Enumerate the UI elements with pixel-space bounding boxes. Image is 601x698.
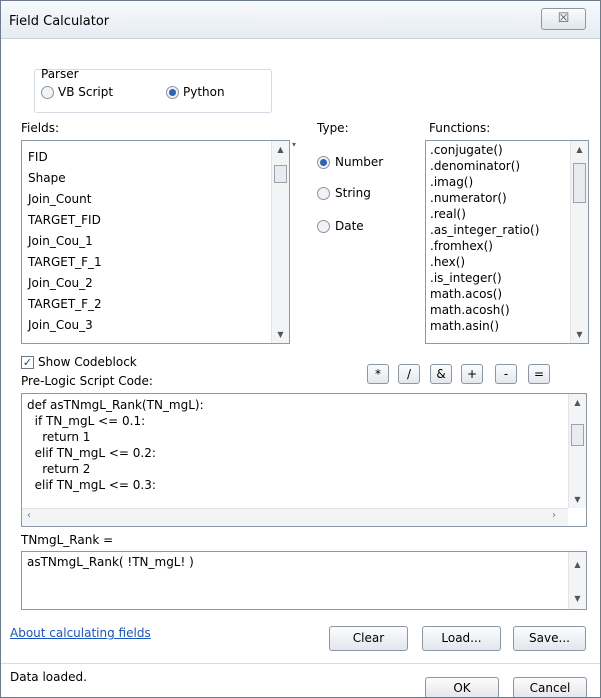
functions-list[interactable]: .conjugate() .denominator() .imag() .num… [425, 140, 589, 344]
list-item[interactable]: .as_integer_ratio() [430, 223, 539, 237]
title-bar: Field Calculator ☒ [1, 1, 600, 39]
list-item[interactable]: Shape [28, 171, 66, 185]
prelogic-label: Pre-Logic Script Code: [21, 374, 153, 388]
cancel-button[interactable]: Cancel [513, 677, 587, 697]
type-date-radio[interactable] [317, 220, 330, 233]
parser-python-radio[interactable] [166, 86, 179, 99]
scroll-down-arrow-icon[interactable]: ▼ [571, 330, 588, 339]
parser-vbscript-label: VB Script [58, 85, 114, 99]
scroll-up-arrow-icon[interactable]: ▲ [569, 398, 586, 407]
scroll-thumb[interactable] [571, 424, 584, 446]
code-line: elif TN_mgL <= 0.3: [27, 478, 156, 492]
list-item[interactable]: FID [28, 150, 48, 164]
code-line: return 2 [27, 462, 91, 476]
parser-python-label: Python [183, 85, 225, 99]
scroll-down-arrow-icon[interactable]: ▼ [569, 495, 586, 504]
parser-vbscript-radio[interactable] [41, 86, 54, 99]
list-item[interactable]: .is_integer() [430, 271, 502, 285]
show-codeblock-checkbox[interactable]: ✓ [21, 356, 34, 369]
list-item[interactable]: Join_Count [28, 192, 91, 206]
list-item[interactable]: .real() [430, 207, 466, 221]
type-string-label: String [335, 186, 371, 200]
list-item[interactable]: .fromhex() [430, 239, 493, 253]
scroll-thumb[interactable] [573, 163, 586, 203]
status-separator [1, 663, 600, 664]
functions-label: Functions: [429, 121, 491, 135]
code-horizontal-scrollbar[interactable]: ‹ › [22, 508, 568, 526]
prelogic-code-editor[interactable]: def asTNmgL_Rank(TN_mgL): if TN_mgL <= 0… [21, 393, 587, 527]
expression-text: asTNmgL_Rank( !TN_mgL! ) [27, 555, 194, 569]
list-item[interactable]: .hex() [430, 255, 465, 269]
code-line: if TN_mgL <= 0.1: [27, 414, 146, 428]
list-item[interactable]: .imag() [430, 175, 473, 189]
scroll-right-arrow-icon[interactable]: › [552, 510, 556, 521]
list-item[interactable]: .conjugate() [430, 143, 503, 157]
expression-scrollbar[interactable]: ▲ ▼ [568, 552, 586, 609]
ampersand-button[interactable]: & [430, 364, 452, 384]
window-title: Field Calculator [9, 14, 110, 29]
parser-label: Parser [41, 67, 79, 81]
scroll-down-arrow-icon[interactable]: ▼ [569, 594, 586, 603]
code-vertical-scrollbar[interactable]: ▲ ▼ [568, 394, 586, 508]
sort-icon[interactable]: ▾ [292, 140, 296, 149]
about-calculating-fields-link[interactable]: About calculating fields [10, 626, 151, 640]
type-number-label: Number [335, 155, 384, 169]
minus-button[interactable]: - [495, 364, 517, 384]
functions-scrollbar[interactable]: ▲ ▼ [570, 141, 588, 343]
scroll-up-arrow-icon[interactable]: ▲ [571, 145, 588, 154]
list-item[interactable]: Join_Cou_2 [28, 276, 93, 290]
list-item[interactable]: math.asin() [430, 319, 499, 333]
list-item[interactable]: TARGET_F_2 [28, 297, 102, 311]
list-item[interactable]: .numerator() [430, 191, 507, 205]
status-text: Data loaded. [10, 670, 87, 684]
equals-button[interactable]: = [528, 364, 550, 384]
scroll-up-arrow-icon[interactable]: ▲ [272, 145, 289, 154]
close-button[interactable]: ☒ [541, 8, 586, 30]
list-item[interactable]: TARGET_F_1 [28, 255, 102, 269]
close-icon: ☒ [557, 11, 570, 26]
field-calculator-dialog: Field Calculator ☒ Parser VB Script Pyth… [0, 0, 601, 698]
type-number-radio[interactable] [317, 156, 330, 169]
fields-list[interactable]: FID Shape Join_Count TARGET_FID Join_Cou… [21, 140, 290, 344]
fields-label: Fields: [21, 121, 59, 135]
scroll-thumb[interactable] [274, 165, 287, 183]
expression-label: TNmgL_Rank = [21, 533, 114, 547]
list-item[interactable]: TARGET_FID [28, 213, 101, 227]
code-line: return 1 [27, 430, 91, 444]
scroll-left-arrow-icon[interactable]: ‹ [27, 510, 31, 521]
code-line: elif TN_mgL <= 0.2: [27, 446, 156, 460]
save-button[interactable]: Save... [513, 626, 586, 651]
plus-button[interactable]: + [461, 364, 483, 384]
ok-button[interactable]: OK [425, 677, 499, 697]
list-item[interactable]: math.acos() [430, 287, 502, 301]
expression-input[interactable]: asTNmgL_Rank( !TN_mgL! ) ▲ ▼ [21, 551, 587, 610]
type-date-label: Date [335, 219, 364, 233]
load-button[interactable]: Load... [422, 626, 501, 651]
divide-button[interactable]: / [398, 364, 420, 384]
scroll-up-arrow-icon[interactable]: ▲ [569, 560, 586, 569]
list-item[interactable]: math.acosh() [430, 303, 510, 317]
list-item[interactable]: Join_Cou_1 [28, 234, 93, 248]
list-item[interactable]: Join_Cou_3 [28, 318, 93, 332]
multiply-button[interactable]: * [367, 364, 389, 384]
fields-scrollbar[interactable]: ▲ ▼ [271, 141, 289, 343]
type-string-radio[interactable] [317, 187, 330, 200]
scroll-down-arrow-icon[interactable]: ▼ [272, 330, 289, 339]
show-codeblock-label: Show Codeblock [38, 355, 137, 369]
type-label: Type: [317, 121, 349, 135]
code-line: def asTNmgL_Rank(TN_mgL): [27, 398, 204, 412]
list-item[interactable]: .denominator() [430, 159, 520, 173]
clear-button[interactable]: Clear [329, 626, 408, 651]
